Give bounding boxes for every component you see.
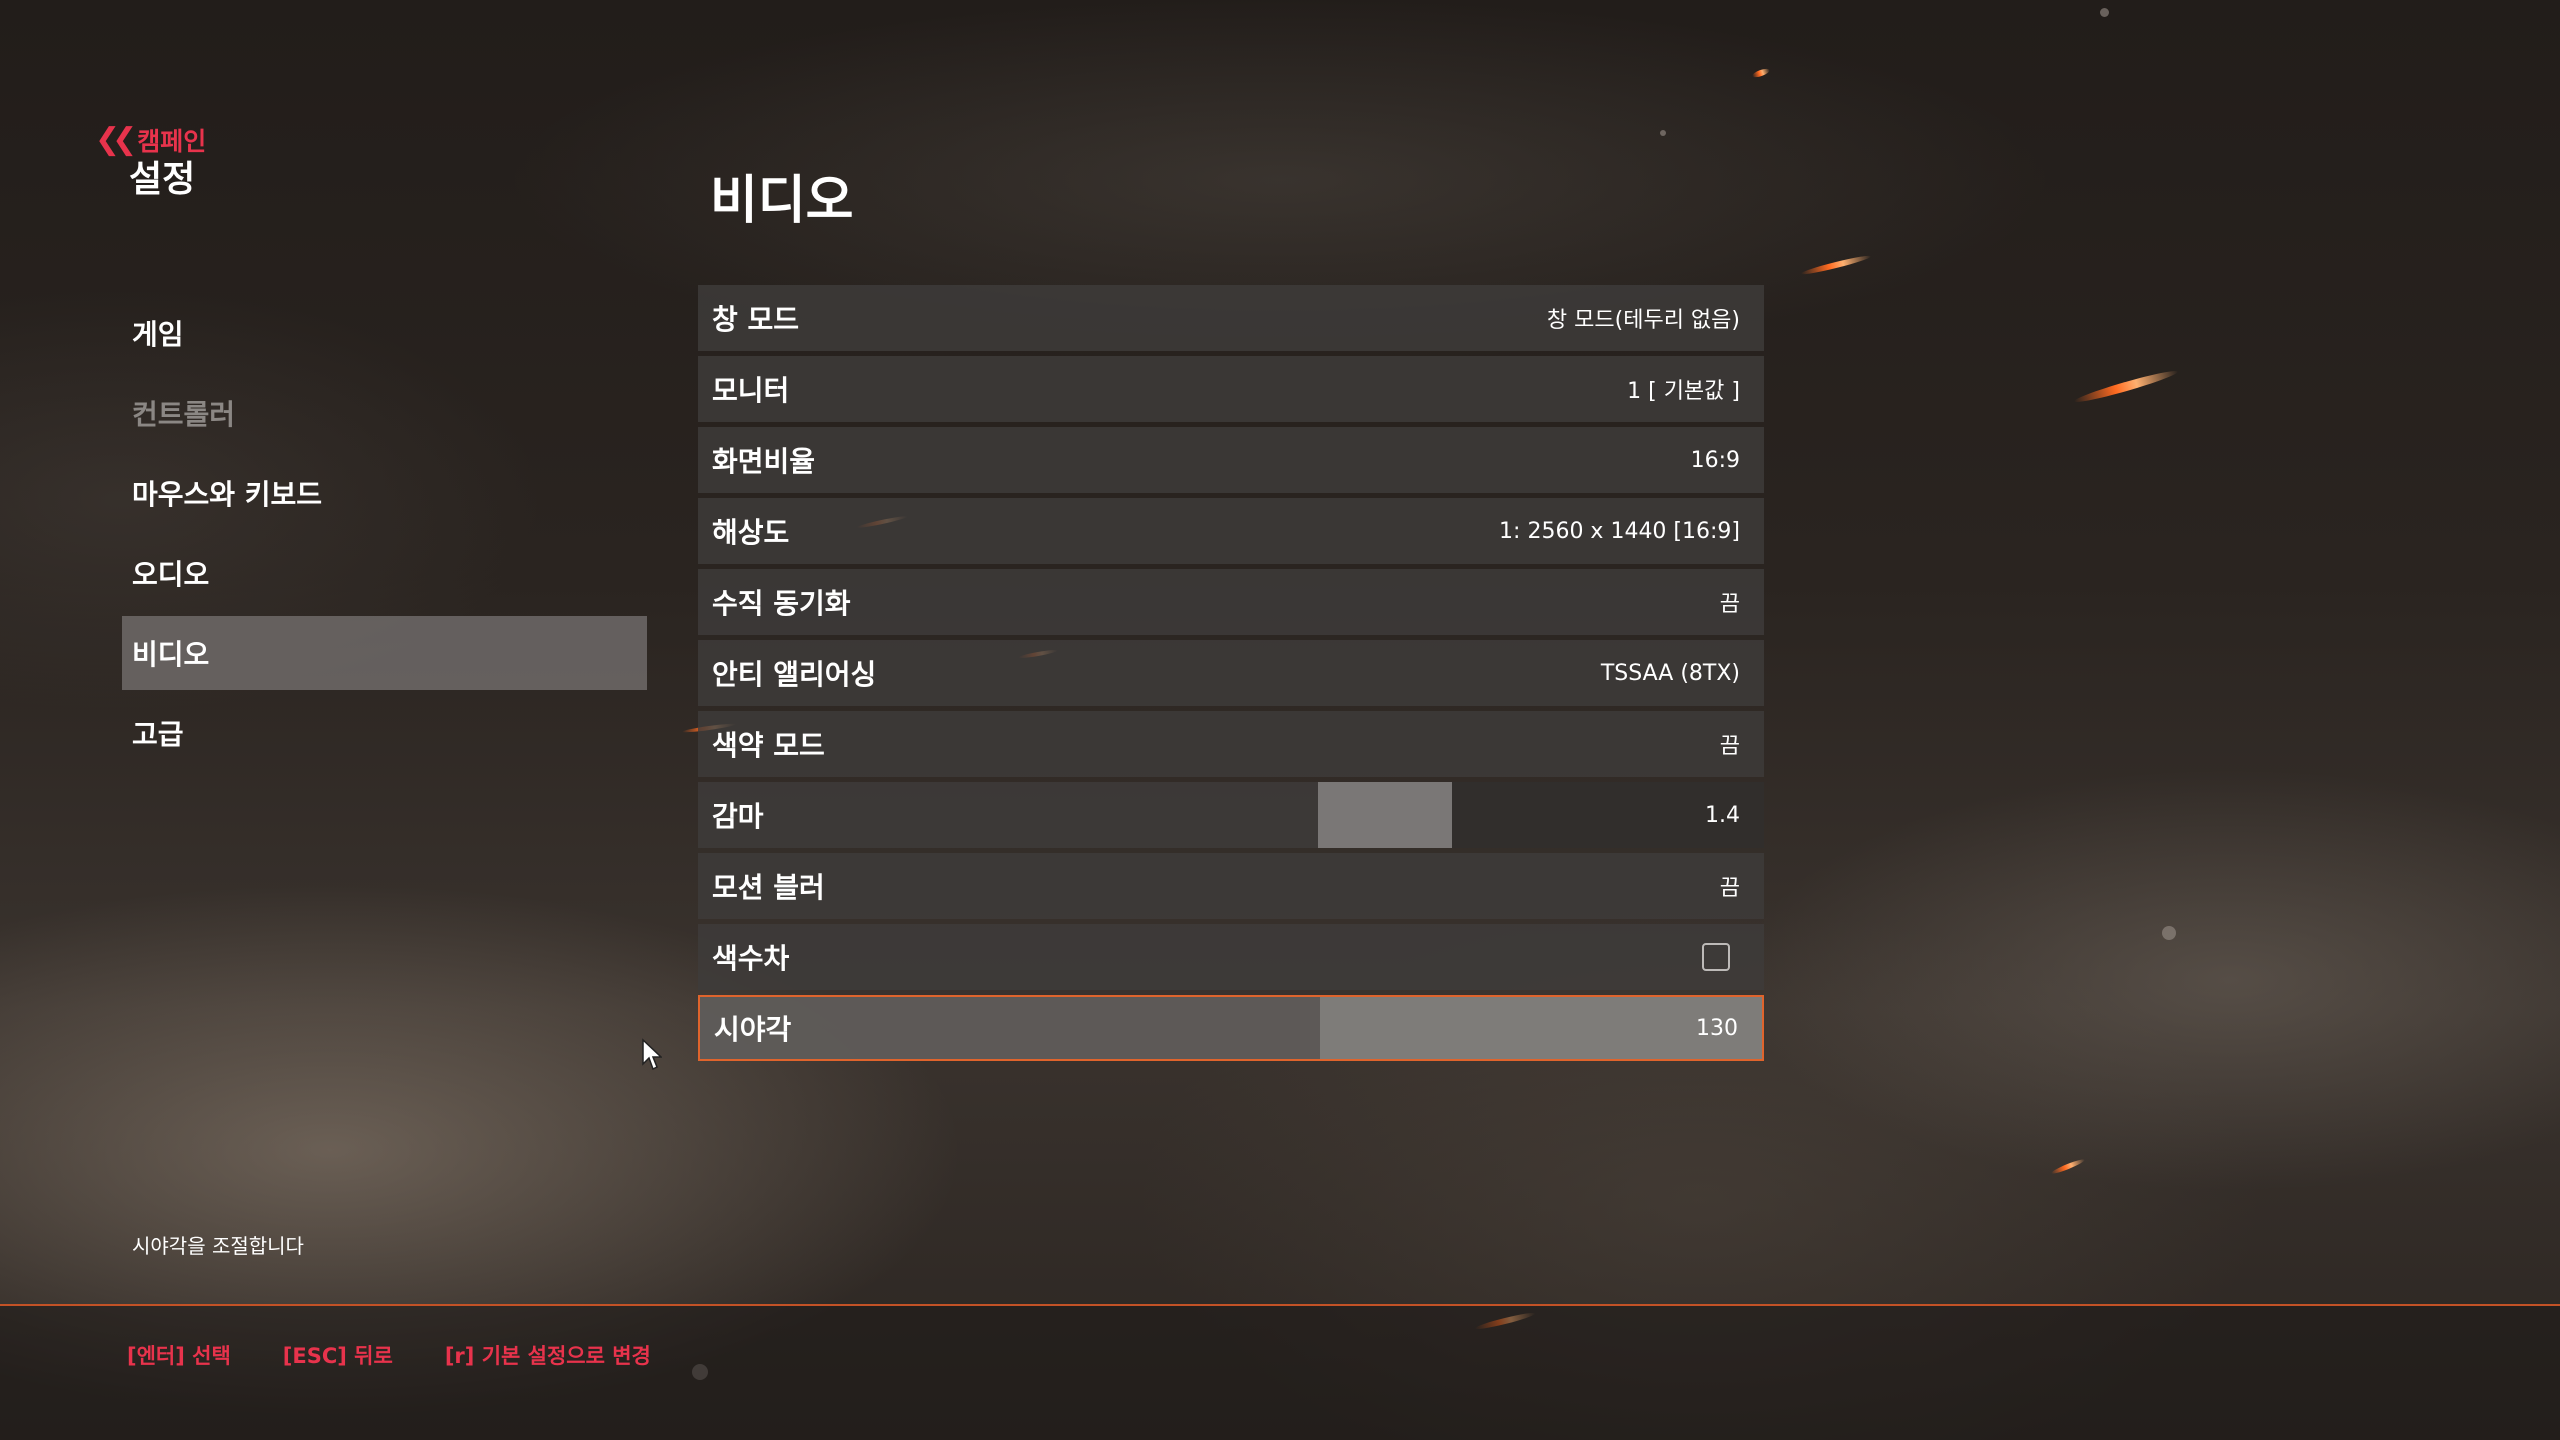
gamma-slider[interactable] [1318,782,1764,848]
setting-label: 화면비율 [712,445,816,478]
setting-value: 1: 2560 x 1440 [16:9] [1499,518,1740,544]
sidebar-menu: 게임 컨트롤러 마우스와 키보드 오디오 비디오 고급 [122,296,647,776]
setting-label: 안티 앨리어싱 [712,658,877,691]
setting-value: 끔 [1719,592,1740,617]
settings-list: 창 모드 창 모드(테두리 없음) 모니터 1 [ 기본값 ] 화면비율 16:… [698,285,1764,1066]
setting-label: 모션 블러 [712,871,825,904]
setting-label: 창 모드 [712,303,800,336]
sidebar-item-label: 컨트롤러 [132,398,236,431]
setting-motion-blur[interactable]: 모션 블러 끔 [698,853,1764,919]
dust-particle [2162,926,2176,940]
footer-reset-action[interactable]: [r] 기본 설정으로 변경 [445,1340,651,1370]
setting-field-of-view[interactable]: 시야각 130 [698,995,1764,1061]
sidebar-item-advanced[interactable]: 고급 [122,696,647,770]
setting-value: TSSAA (8TX) [1600,660,1740,686]
sidebar-item-label: 게임 [132,318,184,351]
setting-value: 1.4 [1705,802,1740,828]
setting-label: 색수차 [712,942,790,975]
page-title: 설정 [129,159,196,200]
setting-value: 130 [1696,1015,1738,1041]
sidebar-item-audio[interactable]: 오디오 [122,536,647,610]
setting-value: 1 [ 기본값 ] [1627,379,1740,404]
footer-actions: [엔터] 선택 [ESC] 뒤로 [r] 기본 설정으로 변경 [127,1340,651,1370]
sidebar-item-label: 마우스와 키보드 [132,478,323,511]
setting-value: 끔 [1719,734,1740,759]
setting-label: 감마 [712,800,764,833]
setting-window-mode[interactable]: 창 모드 창 모드(테두리 없음) [698,285,1764,351]
ember-decoration [1800,253,1872,277]
chromatic-aberration-checkbox[interactable] [1702,943,1730,971]
footer-bar [0,1306,2560,1440]
setting-label: 수직 동기화 [712,587,851,620]
setting-gamma[interactable]: 감마 1.4 [698,782,1764,848]
setting-description: 시야각을 조절합니다 [132,1234,304,1258]
sidebar-item-controller[interactable]: 컨트롤러 [122,376,647,450]
dust-particle [1660,130,1666,136]
setting-value: 16:9 [1690,447,1740,473]
setting-label: 색약 모드 [712,729,825,762]
section-title: 비디오 [710,171,854,231]
setting-resolution[interactable]: 해상도 1: 2560 x 1440 [16:9] [698,498,1764,564]
sidebar-item-game[interactable]: 게임 [122,296,647,370]
setting-aspect-ratio[interactable]: 화면비율 16:9 [698,427,1764,493]
setting-label: 해상도 [712,516,790,549]
sidebar-item-label: 고급 [132,718,184,751]
setting-value: 창 모드(테두리 없음) [1546,308,1740,333]
setting-label: 시야각 [714,1013,792,1046]
mouse-cursor-icon [642,1038,662,1071]
chevron-left-double-icon: ❮❮ [95,122,137,157]
dust-particle [2100,8,2109,17]
sidebar-item-label: 비디오 [132,638,210,671]
setting-monitor[interactable]: 모니터 1 [ 기본값 ] [698,356,1764,422]
setting-anti-aliasing[interactable]: 안티 앨리어싱 TSSAA (8TX) [698,640,1764,706]
sidebar-item-mouse-keyboard[interactable]: 마우스와 키보드 [122,456,647,530]
ember-decoration [1751,67,1771,79]
sidebar-item-video[interactable]: 비디오 [122,616,647,690]
footer-divider [0,1304,2560,1306]
setting-chromatic-aberration[interactable]: 색수차 [698,924,1764,990]
footer-select-action[interactable]: [엔터] 선택 [127,1340,231,1370]
sidebar-item-label: 오디오 [132,558,210,591]
setting-colorblind-mode[interactable]: 색약 모드 끔 [698,711,1764,777]
setting-vsync[interactable]: 수직 동기화 끔 [698,569,1764,635]
ember-decoration [2072,367,2180,406]
gamma-slider-fill [1318,782,1452,848]
ember-decoration [2050,1157,2086,1176]
setting-value: 끔 [1719,876,1740,901]
footer-back-action[interactable]: [ESC] 뒤로 [283,1340,393,1370]
setting-label: 모니터 [712,374,790,407]
